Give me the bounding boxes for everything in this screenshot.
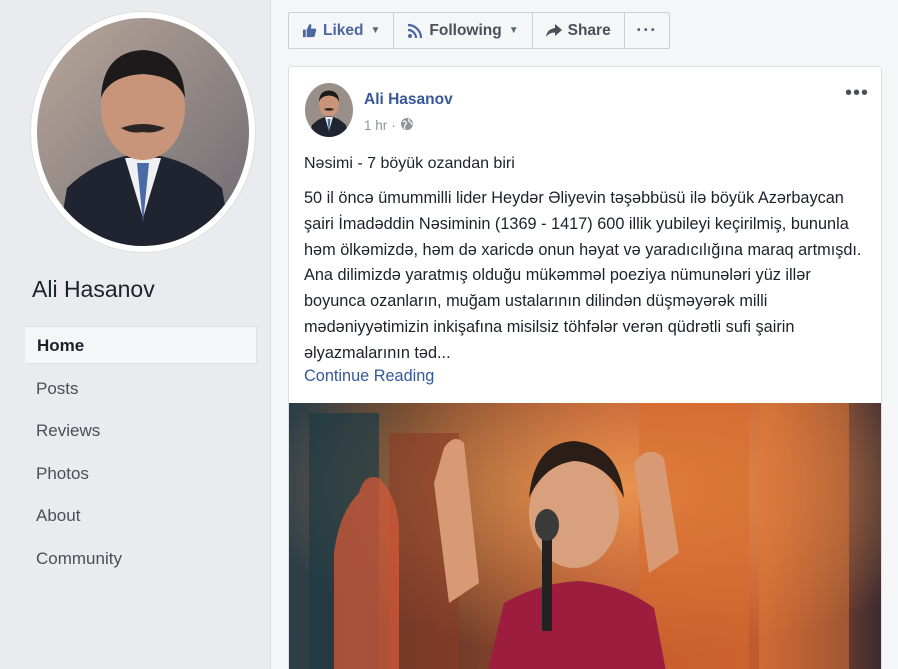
following-label: Following [429,21,502,39]
avatar[interactable] [305,83,353,137]
share-label: Share [567,21,611,39]
nav-item-posts[interactable]: Posts [25,369,257,407]
page-nav: Home Posts Reviews Photos About Communit… [25,326,257,581]
separator-dot: · [391,118,396,133]
following-button[interactable]: Following ▼ [394,13,533,48]
nav-item-home[interactable]: Home [25,326,257,364]
liked-label: Liked [323,21,364,39]
thumbs-up-icon [302,23,317,38]
nav-item-reviews[interactable]: Reviews [25,411,257,449]
post-timestamp[interactable]: 1 hr [364,118,387,133]
profile-photo-image [37,18,249,246]
globe-icon[interactable] [400,117,414,134]
continue-reading-link[interactable]: Continue Reading [304,367,434,386]
post-image[interactable] [289,403,881,669]
left-column: Ali Hasanov Home Posts Reviews Photos Ab… [0,0,270,669]
page-title: Ali Hasanov [32,276,155,302]
post-card: Ali Hasanov 1 hr · ••• Nəsimi - 7 böyük … [288,66,882,669]
share-button[interactable]: Share [533,13,625,48]
rss-icon [407,23,423,39]
post-title: Nəsimi - 7 böyük ozandan biri [304,155,515,172]
nav-item-about[interactable]: About [25,496,257,534]
post-body: 50 il öncə ümummilli lider Heydər Əliyev… [304,189,862,362]
post-meta: 1 hr · [364,117,414,134]
profile-photo[interactable] [31,12,255,252]
more-options-button[interactable]: ··· [625,13,669,48]
nav-item-photos[interactable]: Photos [25,454,257,492]
chevron-down-icon: ▼ [508,25,519,36]
nav-item-community[interactable]: Community [25,539,257,577]
liked-button[interactable]: Liked ▼ [289,13,395,48]
post-options-button[interactable]: ••• [845,83,869,103]
post-author-link[interactable]: Ali Hasanov [364,91,453,109]
chevron-down-icon: ▼ [370,25,381,36]
share-arrow-icon [545,23,562,38]
main-column: Liked ▼ Following ▼ Share ··· Ali Hasano… [270,0,898,669]
page-action-bar: Liked ▼ Following ▼ Share ··· [288,12,670,49]
